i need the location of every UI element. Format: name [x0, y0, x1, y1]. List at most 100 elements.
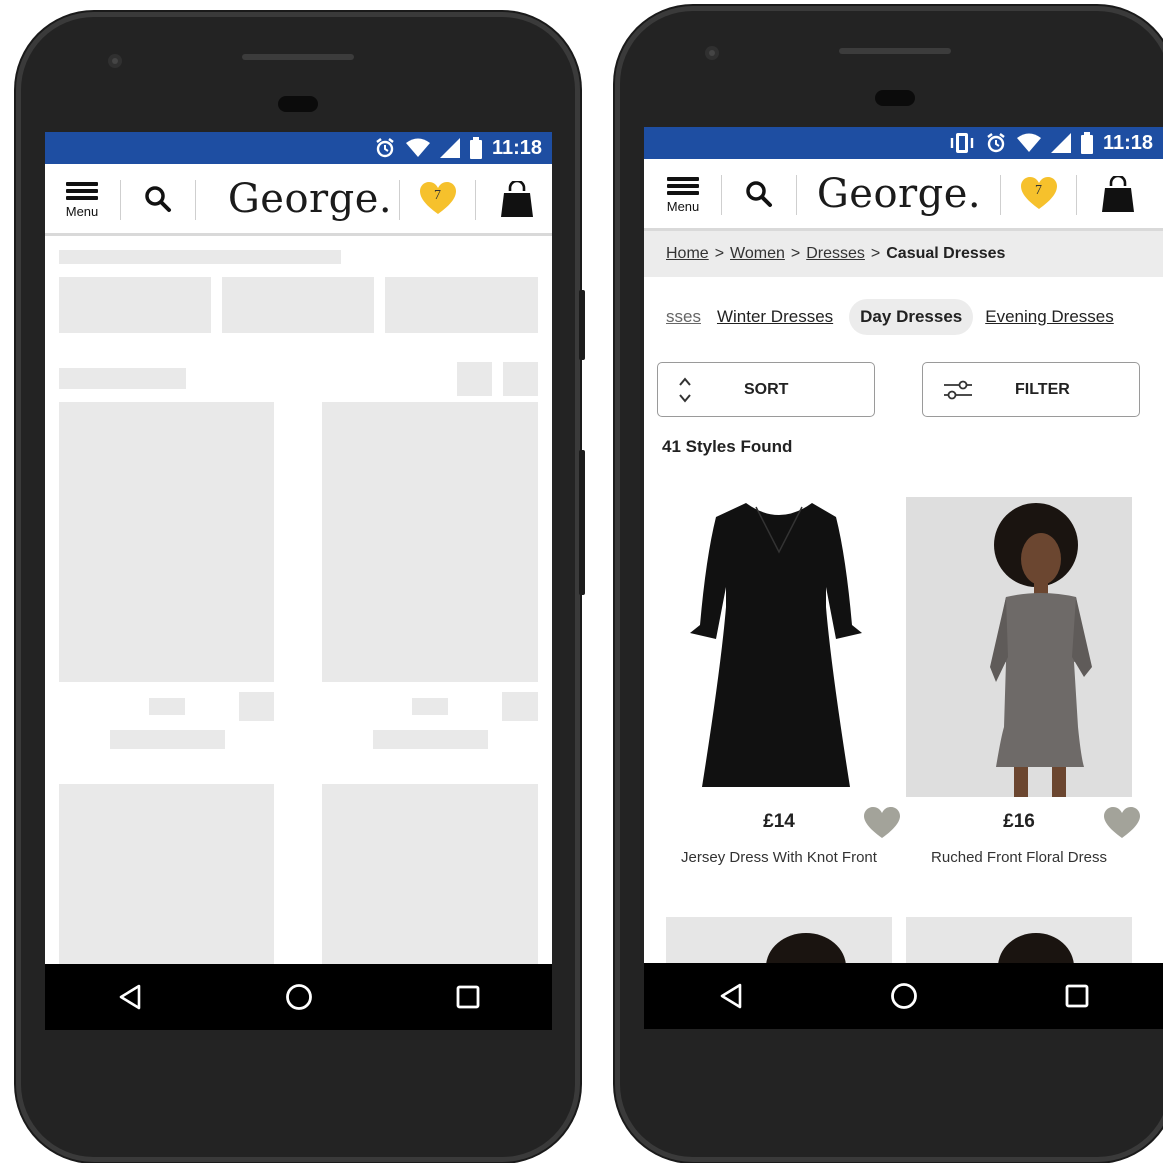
signal-icon: [1050, 133, 1071, 153]
home-button[interactable]: [874, 966, 934, 1026]
product-image-peek[interactable]: [906, 917, 1132, 963]
skeleton-product-image: [322, 402, 538, 682]
product-name[interactable]: Ruched Front Floral Dress: [906, 849, 1132, 866]
product-card[interactable]: £16 Ruched Front Floral Dress: [906, 497, 1140, 866]
back-button[interactable]: [100, 967, 160, 1027]
product-card[interactable]: £14 Jersey Dress With Knot Front: [666, 497, 900, 866]
shopping-bag-icon: [501, 180, 533, 217]
skeleton-product-image: [322, 784, 538, 964]
floral-dress-model-image: [906, 497, 1132, 797]
skeleton-product-image: [59, 784, 274, 964]
skeleton-product-image: [59, 402, 274, 682]
back-button[interactable]: [701, 966, 761, 1026]
chip-evening-dresses[interactable]: Evening Dresses: [985, 307, 1114, 327]
sort-button[interactable]: SORT: [657, 362, 875, 417]
menu-label: Menu: [65, 203, 99, 219]
wifi-icon: [405, 138, 430, 157]
skeleton-wish: [239, 692, 274, 721]
heart-outline-icon: [1104, 807, 1140, 838]
logo-text: George.: [816, 170, 982, 217]
skeleton-name: [373, 730, 488, 749]
breadcrumb-current: Casual Dresses: [886, 245, 1006, 262]
skeleton-chip: [385, 277, 538, 333]
wishlist-button[interactable]: 7: [1016, 159, 1061, 228]
skeleton-chip: [222, 277, 374, 333]
breadcrumb-home[interactable]: Home: [666, 245, 709, 263]
add-to-wishlist-button[interactable]: [1104, 807, 1140, 844]
alarm-icon: [987, 133, 1005, 153]
recents-icon: [1065, 984, 1088, 1008]
category-chips: sses Winter Dresses Day Dresses Evening …: [644, 297, 1163, 337]
skeleton-name: [110, 730, 225, 749]
front-camera: [705, 46, 719, 60]
search-button[interactable]: [736, 159, 781, 228]
hamburger-icon: [667, 174, 699, 198]
product-image[interactable]: [666, 497, 892, 797]
breadcrumb-dresses[interactable]: Dresses: [806, 245, 865, 263]
skeleton-button: [503, 362, 538, 396]
menu-button[interactable]: Menu: [57, 164, 107, 233]
search-icon: [144, 185, 171, 212]
wishlist-count: 7: [434, 187, 441, 203]
menu-button[interactable]: Menu: [658, 159, 708, 228]
skeleton-button: [457, 362, 492, 396]
search-button[interactable]: [135, 164, 180, 233]
product-image-peek[interactable]: [666, 917, 892, 963]
status-time: 11:18: [1102, 131, 1153, 154]
sort-label: SORT: [744, 380, 789, 398]
breadcrumb-women[interactable]: Women: [730, 245, 785, 263]
product-name[interactable]: Jersey Dress With Knot Front: [666, 849, 892, 866]
model-hair-image: [766, 933, 846, 963]
vibrate-icon: [950, 133, 974, 153]
recents-button[interactable]: [1047, 966, 1107, 1026]
add-to-wishlist-button[interactable]: [864, 807, 900, 844]
status-bar: 11:18: [644, 127, 1163, 159]
product-price: £16: [1003, 811, 1035, 832]
android-nav-bar: [45, 964, 552, 1030]
screen-left-loading: 11:18 Menu George. 7: [45, 132, 552, 964]
front-camera: [108, 54, 122, 68]
george-logo[interactable]: George.: [799, 159, 999, 228]
status-bar: 11:18: [45, 132, 552, 164]
earpiece-speaker: [242, 54, 354, 60]
home-icon: [285, 984, 312, 1010]
power-button: [579, 290, 585, 360]
breadcrumb-separator: >: [714, 245, 725, 262]
home-button[interactable]: [269, 967, 329, 1027]
george-logo[interactable]: George.: [210, 164, 410, 233]
menu-label: Menu: [666, 198, 700, 214]
skeleton-chip: [59, 277, 211, 333]
wifi-icon: [1016, 133, 1041, 152]
recents-button[interactable]: [438, 967, 498, 1027]
black-dress-image: [690, 503, 862, 787]
back-icon: [720, 983, 741, 1009]
model-hair-image: [998, 933, 1074, 963]
wishlist-count: 7: [1035, 182, 1042, 198]
sensor-pill: [875, 90, 915, 106]
chip-previous[interactable]: sses: [666, 307, 701, 327]
filter-button[interactable]: FILTER: [922, 362, 1140, 417]
product-price: £14: [763, 811, 795, 832]
earpiece-speaker: [839, 48, 951, 54]
basket-button[interactable]: [495, 164, 539, 233]
back-icon: [119, 984, 140, 1010]
results-count: 41 Styles Found: [662, 437, 793, 456]
heart-badge: 7: [419, 181, 456, 216]
sort-icon: [679, 376, 691, 403]
wishlist-button[interactable]: 7: [415, 164, 460, 233]
basket-button[interactable]: [1096, 159, 1140, 228]
volume-button: [579, 450, 585, 595]
chip-day-dresses[interactable]: Day Dresses: [849, 299, 974, 335]
product-image[interactable]: [906, 497, 1132, 797]
recents-icon: [456, 985, 479, 1009]
breadcrumb-separator: >: [870, 245, 881, 262]
battery-icon: [1080, 132, 1093, 154]
breadcrumb-separator: >: [790, 245, 801, 262]
app-header: Menu George. 7: [45, 164, 552, 236]
heart-outline-icon: [864, 807, 900, 838]
chip-winter-dresses[interactable]: Winter Dresses: [717, 307, 833, 327]
heart-badge: 7: [1020, 176, 1057, 211]
skeleton-price: [412, 698, 448, 715]
search-icon: [745, 180, 772, 207]
battery-icon: [469, 137, 482, 159]
